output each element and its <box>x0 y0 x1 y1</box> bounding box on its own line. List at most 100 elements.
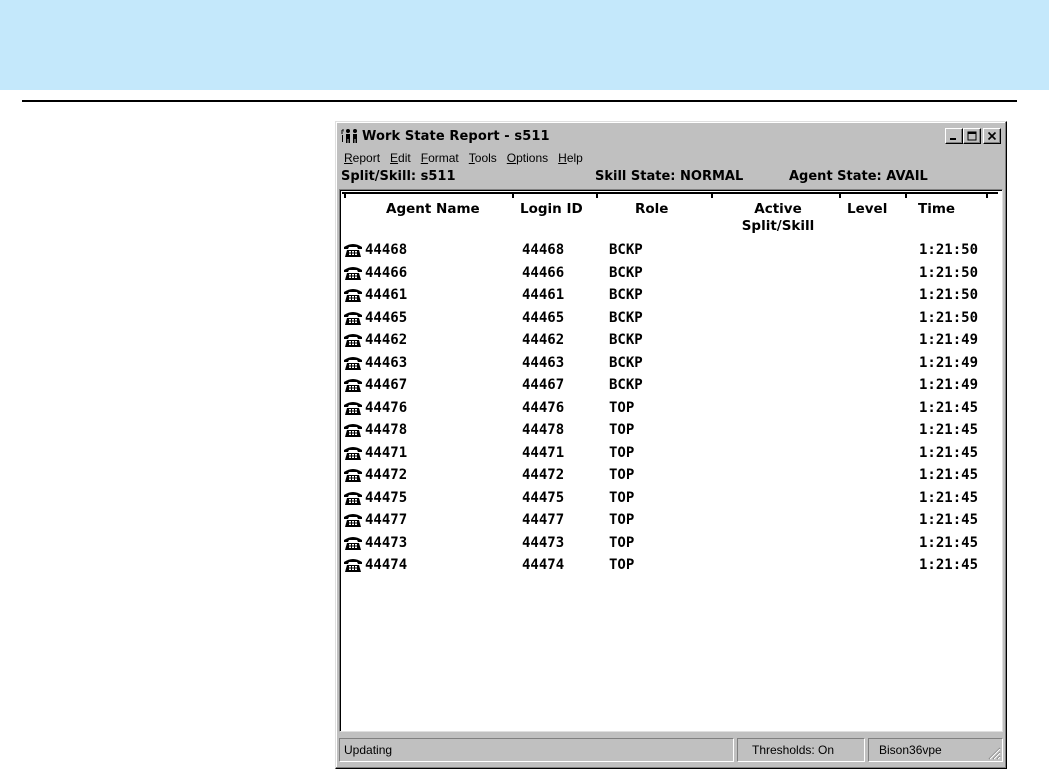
column-divider[interactable] <box>839 192 841 198</box>
agent-name-cell: 44472 <box>365 467 408 483</box>
split-skill-label: Split/Skill: s511 <box>341 169 456 184</box>
time-cell: 1:21:45 <box>919 467 979 483</box>
time-cell: 1:21:50 <box>919 309 979 326</box>
table-row[interactable]: 44478 44478 TOP 1:21:45 <box>342 420 998 443</box>
table-row[interactable]: 44473 44473 TOP 1:21:45 <box>342 533 998 556</box>
login-id-cell: 44468 <box>522 242 565 258</box>
table-row[interactable]: 44465 44465 BCKP 1:21:50 <box>342 308 998 331</box>
menu-format[interactable]: Format <box>416 151 464 165</box>
role-cell: TOP <box>609 512 635 528</box>
phone-icon <box>344 334 362 347</box>
column-divider[interactable] <box>905 192 907 198</box>
time-cell: 1:21:45 <box>919 399 979 416</box>
column-header-agent-name[interactable]: Agent Name <box>386 201 480 218</box>
phone-icon <box>344 266 362 280</box>
table-row[interactable]: 44466 44466 BCKP 1:21:50 <box>342 263 998 286</box>
phone-icon <box>344 446 362 460</box>
login-id-cell: 44466 <box>522 264 565 281</box>
column-divider[interactable] <box>512 192 514 198</box>
status-server: Bison36vpe <box>868 738 1003 762</box>
close-icon <box>987 131 997 141</box>
column-divider[interactable] <box>986 192 988 198</box>
role-cell: BCKP <box>609 264 643 281</box>
menu-report[interactable]: Report <box>339 151 385 165</box>
menu-edit[interactable]: Edit <box>385 151 416 165</box>
login-id-cell: 44471 <box>522 444 565 461</box>
time-cell: 1:21:50 <box>919 287 979 303</box>
agent-name-cell: 44462 <box>365 332 408 348</box>
login-id-cell: 44467 <box>522 377 565 393</box>
role-cell: TOP <box>609 467 635 483</box>
role-cell: TOP <box>609 399 635 416</box>
table-row[interactable]: 44467 44467 BCKP 1:21:49 <box>342 375 998 398</box>
minimize-icon <box>950 138 956 140</box>
role-cell: BCKP <box>609 287 643 303</box>
phone-icon <box>344 514 362 527</box>
phone-icon <box>344 536 362 550</box>
status-thresholds: Thresholds: On <box>737 738 865 762</box>
login-id-cell: 44478 <box>522 422 565 438</box>
agents-icon[interactable] <box>340 127 360 145</box>
table-row[interactable]: 44468 44468 BCKP 1:21:50 <box>342 240 998 263</box>
maximize-button[interactable] <box>963 128 981 144</box>
minimize-button[interactable] <box>945 128 963 144</box>
time-cell: 1:21:50 <box>919 264 979 281</box>
time-cell: 1:21:45 <box>919 489 979 506</box>
login-id-cell: 44474 <box>522 557 565 573</box>
agent-name-cell: 44463 <box>365 354 408 371</box>
login-id-cell: 44477 <box>522 512 565 528</box>
menu-options[interactable]: Options <box>502 151 553 165</box>
column-header-login-id[interactable]: Login ID <box>520 201 583 218</box>
menu-help[interactable]: Help <box>553 151 588 165</box>
login-id-cell: 44462 <box>522 332 565 348</box>
role-cell: TOP <box>609 444 635 461</box>
agent-state-label: Agent State: AVAIL <box>789 169 928 184</box>
time-cell: 1:21:50 <box>919 242 979 258</box>
table-row[interactable]: 44461 44461 BCKP 1:21:50 <box>342 285 998 308</box>
login-id-cell: 44461 <box>522 287 565 303</box>
report-table[interactable]: Agent Name Login ID Role Active Split/Sk… <box>339 189 1003 732</box>
agent-name-cell: 44474 <box>365 557 408 573</box>
role-cell: BCKP <box>609 377 643 393</box>
agent-name-cell: 44466 <box>365 264 408 281</box>
status-bar: Updating Thresholds: On Bison36vpe <box>339 738 1003 762</box>
phone-icon <box>344 559 362 572</box>
column-header-role[interactable]: Role <box>635 201 668 218</box>
window-title: Work State Report - s511 <box>362 128 550 144</box>
column-divider[interactable] <box>596 192 598 198</box>
table-row[interactable]: 44474 44474 TOP 1:21:45 <box>342 555 998 578</box>
table-row[interactable]: 44475 44475 TOP 1:21:45 <box>342 488 998 511</box>
table-row[interactable]: 44477 44477 TOP 1:21:45 <box>342 510 998 533</box>
column-header-active-split-skill[interactable]: Active Split/Skill <box>733 201 823 235</box>
role-cell: TOP <box>609 489 635 506</box>
table-row[interactable]: 44472 44472 TOP 1:21:45 <box>342 465 998 488</box>
column-header-level[interactable]: Level <box>847 201 887 218</box>
resize-grip-icon[interactable] <box>985 744 1001 760</box>
time-cell: 1:21:49 <box>919 332 979 348</box>
phone-icon <box>344 401 362 415</box>
role-cell: BCKP <box>609 332 643 348</box>
time-cell: 1:21:45 <box>919 444 979 461</box>
page-header-rule <box>22 100 1017 102</box>
phone-icon <box>344 244 362 257</box>
time-cell: 1:21:45 <box>919 512 979 528</box>
login-id-cell: 44465 <box>522 309 565 326</box>
column-divider[interactable] <box>711 192 713 198</box>
table-row[interactable]: 44476 44476 TOP 1:21:45 <box>342 398 998 421</box>
time-cell: 1:21:45 <box>919 557 979 573</box>
table-row[interactable]: 44463 44463 BCKP 1:21:49 <box>342 353 998 376</box>
column-divider[interactable] <box>344 192 346 198</box>
phone-icon <box>344 469 362 482</box>
agent-name-cell: 44467 <box>365 377 408 393</box>
close-button[interactable] <box>983 128 1001 144</box>
menu-tools[interactable]: Tools <box>464 151 502 165</box>
time-cell: 1:21:45 <box>919 534 979 551</box>
phone-icon <box>344 289 362 302</box>
table-row[interactable]: 44471 44471 TOP 1:21:45 <box>342 443 998 466</box>
agent-name-cell: 44473 <box>365 534 408 551</box>
login-id-cell: 44476 <box>522 399 565 416</box>
title-bar[interactable]: Work State Report - s511 <box>339 125 1003 147</box>
table-row[interactable]: 44462 44462 BCKP 1:21:49 <box>342 330 998 353</box>
column-header-time[interactable]: Time <box>918 201 955 218</box>
login-id-cell: 44472 <box>522 467 565 483</box>
